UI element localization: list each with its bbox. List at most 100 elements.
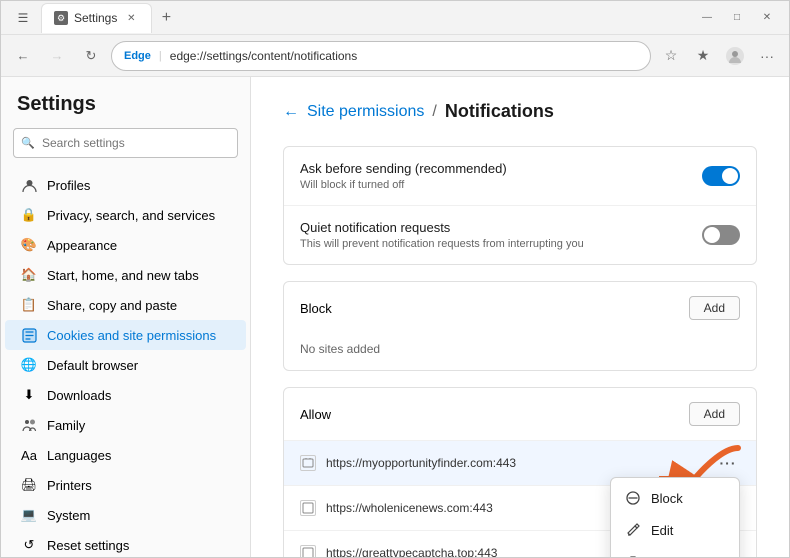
search-input[interactable] (13, 128, 238, 158)
sidebar-item-profiles[interactable]: Profiles (5, 170, 246, 200)
sidebar-item-share-copy[interactable]: 📋 Share, copy and paste (5, 290, 246, 320)
search-icon: 🔍 (21, 137, 35, 150)
breadcrumb-link[interactable]: Site permissions (307, 103, 424, 121)
quiet-notification-row: Quiet notification requests This will pr… (284, 206, 756, 264)
tab-close-btn[interactable]: ✕ (123, 10, 139, 26)
content-area: ← Site permissions / Notifications Ask b… (251, 77, 789, 557)
tab-label: Settings (74, 11, 117, 25)
sidebar-item-system[interactable]: 💻 System (5, 500, 246, 530)
address-bar[interactable]: Edge | edge://settings/content/notificat… (111, 41, 651, 71)
back-btn-content[interactable]: ← (283, 103, 299, 121)
appearance-icon: 🎨 (21, 237, 37, 253)
page-title: Notifications (445, 101, 554, 122)
sidebar-item-label: Cookies and site permissions (47, 328, 216, 343)
sidebar-item-privacy[interactable]: 🔒 Privacy, search, and services (5, 200, 246, 230)
profiles-icon (21, 177, 37, 193)
sidebar-item-label: Share, copy and paste (47, 298, 177, 313)
tab-favicon: ⚙ (54, 11, 68, 25)
sidebar-item-reset[interactable]: ↺ Reset settings (5, 530, 246, 557)
quiet-toggle-knob (704, 227, 720, 243)
site-icon-1 (300, 455, 316, 471)
no-sites-label: No sites added (284, 334, 756, 370)
sidebar-item-default-browser[interactable]: 🌐 Default browser (5, 350, 246, 380)
breadcrumb-separator: / (432, 103, 436, 121)
sidebar-item-downloads[interactable]: ⬇ Downloads (5, 380, 246, 410)
block-section-header: Block Add (284, 282, 756, 334)
block-add-btn[interactable]: Add (689, 296, 740, 320)
sidebar-item-printers[interactable]: 🖨 Printers (5, 470, 246, 500)
sidebar-toggle-btn[interactable]: ☰ (9, 4, 37, 32)
sidebar-item-cookies[interactable]: Cookies and site permissions (5, 320, 246, 350)
maximize-btn[interactable]: □ (723, 8, 751, 28)
sidebar-item-label: Appearance (47, 238, 117, 253)
forward-btn[interactable]: → (43, 42, 71, 70)
printers-icon: 🖨 (21, 477, 37, 493)
family-icon (21, 417, 37, 433)
ask-before-sending-row: Ask before sending (recommended) Will bl… (284, 147, 756, 206)
quiet-toggle[interactable] (702, 225, 740, 245)
quiet-notification-info: Quiet notification requests This will pr… (300, 220, 584, 250)
allow-card: Allow Add (283, 387, 757, 557)
context-menu-edit[interactable]: Edit (611, 514, 739, 546)
context-menu-block[interactable]: Block (611, 482, 739, 514)
sidebar-item-appearance[interactable]: 🎨 Appearance (5, 230, 246, 260)
close-btn[interactable]: ✕ (753, 8, 781, 28)
more-menu-btn[interactable]: ··· (753, 42, 781, 70)
block-label: Block (300, 301, 332, 316)
context-menu: Block Edit Remove (610, 477, 740, 557)
browser-window: ☰ ⚙ Settings ✕ + — □ ✕ ← → ↻ Edge | edge… (0, 0, 790, 558)
sidebar-item-label: Family (47, 418, 85, 433)
start-home-icon: 🏠 (21, 267, 37, 283)
remove-icon (625, 554, 641, 557)
cookies-icon (21, 327, 37, 343)
address-url: edge://settings/content/notifications (170, 49, 638, 63)
system-icon: 💻 (21, 507, 37, 523)
privacy-icon: 🔒 (21, 207, 37, 223)
allow-section-header: Allow Add (284, 388, 756, 440)
block-menu-label: Block (651, 491, 683, 506)
sidebar-item-languages[interactable]: Aa Languages (5, 440, 246, 470)
search-box: 🔍 (13, 128, 238, 158)
site-row-1: https://myopportunityfinder.com:443 ··· … (284, 440, 756, 485)
sidebar-title: Settings (1, 93, 250, 128)
ask-toggle[interactable] (702, 166, 740, 186)
sidebar-item-family[interactable]: Family (5, 410, 246, 440)
new-tab-btn[interactable]: + (154, 6, 178, 30)
remove-menu-label: Remove (651, 555, 699, 558)
site-icon-2 (300, 500, 316, 516)
sidebar-item-label: Default browser (47, 358, 138, 373)
context-menu-remove[interactable]: Remove (611, 546, 739, 557)
edit-icon (625, 522, 641, 538)
default-browser-icon: 🌐 (21, 357, 37, 373)
block-icon (625, 490, 641, 506)
sidebar-item-label: Printers (47, 478, 92, 493)
quiet-notification-desc: This will prevent notification requests … (300, 238, 584, 250)
sidebar-item-start-home[interactable]: 🏠 Start, home, and new tabs (5, 260, 246, 290)
sidebar-item-label: Privacy, search, and services (47, 208, 215, 223)
more-options-btn-1[interactable]: ··· (716, 451, 740, 475)
favorites-icon[interactable]: ★ (689, 42, 717, 70)
downloads-icon: ⬇ (21, 387, 37, 403)
minimize-btn[interactable]: — (693, 8, 721, 28)
collections-icon[interactable]: ☆ (657, 42, 685, 70)
sidebar-item-label: Start, home, and new tabs (47, 268, 199, 283)
back-btn[interactable]: ← (9, 42, 37, 70)
share-copy-icon: 📋 (21, 297, 37, 313)
profile-icon[interactable] (721, 42, 749, 70)
quiet-notification-label: Quiet notification requests (300, 220, 584, 235)
refresh-btn[interactable]: ↻ (77, 42, 105, 70)
reset-icon: ↺ (21, 537, 37, 553)
block-card: Block Add No sites added (283, 281, 757, 371)
active-tab[interactable]: ⚙ Settings ✕ (41, 3, 152, 33)
sidebar: Settings 🔍 Profiles 🔒 Privacy, search, a… (1, 77, 251, 557)
nav-icons: ☆ ★ ··· (657, 42, 781, 70)
allow-add-btn[interactable]: Add (689, 402, 740, 426)
languages-icon: Aa (21, 447, 37, 463)
sidebar-item-label: Reset settings (47, 538, 129, 553)
sidebar-item-label: Languages (47, 448, 111, 463)
main-content: Settings 🔍 Profiles 🔒 Privacy, search, a… (1, 77, 789, 557)
sidebar-item-label: Profiles (47, 178, 90, 193)
nav-bar: ← → ↻ Edge | edge://settings/content/not… (1, 35, 789, 77)
ask-before-sending-desc: Will block if turned off (300, 179, 507, 191)
site-url-1: https://myopportunityfinder.com:443 (326, 456, 706, 470)
